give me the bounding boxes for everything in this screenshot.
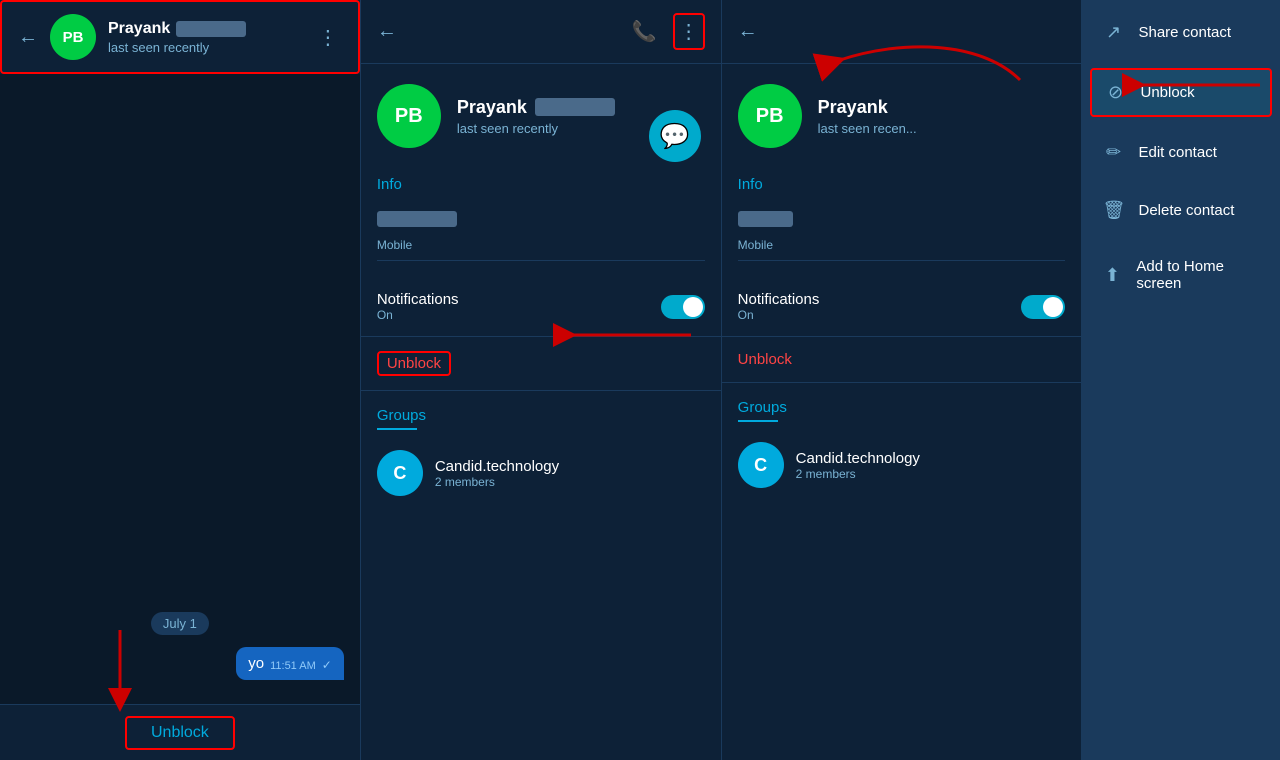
notifications-label-2: Notifications	[738, 291, 820, 308]
home-screen-icon: ⬆	[1102, 265, 1122, 286]
groups-section: Groups C Candid.technology 2 members	[361, 391, 721, 520]
date-badge: July 1	[151, 612, 209, 635]
dropdown-divider-2	[1082, 123, 1280, 124]
dropdown-item-share[interactable]: ↗ Share contact	[1082, 8, 1280, 57]
dropdown-item-unblock[interactable]: ⊘ Unblock	[1090, 68, 1272, 117]
edit-contact-label: Edit contact	[1138, 144, 1216, 161]
contact-name: Prayank	[108, 20, 302, 38]
unblock-bar-button[interactable]: Unblock	[125, 716, 235, 750]
header-info: Prayank last seen recently	[108, 20, 302, 55]
groups-section-2: Groups C Candid.technology 2 members	[722, 383, 1082, 512]
check-icon: ✓	[322, 658, 332, 672]
unblock-label-2: Unblock	[738, 351, 792, 368]
unblock-button[interactable]: Unblock	[361, 337, 721, 391]
unblock-label: Unblock	[377, 351, 451, 376]
header-actions: ⋮	[314, 21, 342, 54]
back-button-3[interactable]: ←	[738, 20, 758, 43]
mobile-label-2: Mobile	[738, 238, 1066, 252]
home-screen-label: Add to Home screen	[1136, 258, 1260, 292]
group-members: 2 members	[435, 475, 559, 489]
profile-avatar-2: PB	[738, 84, 802, 148]
profile-name-2: Prayank	[818, 97, 1066, 118]
header-actions-2: 📞 ⋮	[628, 13, 705, 50]
chat-area: July 1 yo 11:51 AM ✓	[0, 74, 360, 704]
group-info-2: Candid.technology 2 members	[796, 450, 920, 481]
dropdown-item-delete[interactable]: 🗑 Delete contact	[1082, 186, 1280, 235]
share-contact-label: Share contact	[1138, 24, 1231, 41]
dropdown-menu: ↗ Share contact ⊘ Unblock ✏ Edit contact…	[1082, 0, 1280, 760]
message-float-button[interactable]: 💬	[649, 110, 701, 162]
group-name: Candid.technology	[435, 458, 559, 475]
notifications-row: Notifications On	[361, 277, 721, 337]
contact-info-header: ← 📞 ⋮	[361, 0, 721, 64]
message-text: yo	[248, 655, 264, 672]
edit-icon: ✏	[1102, 142, 1124, 163]
group-members-2: 2 members	[796, 467, 920, 481]
phone-blur	[377, 211, 457, 227]
profile-avatar: PB	[377, 84, 441, 148]
info-section: Info Mobile	[361, 168, 721, 277]
notifications-sub-2: On	[738, 308, 820, 322]
info-label: Info	[377, 176, 705, 193]
delete-contact-label: Delete contact	[1138, 202, 1234, 219]
back-button[interactable]: ←	[18, 26, 38, 49]
contact-status: last seen recently	[108, 40, 302, 55]
group-avatar: C	[377, 450, 423, 496]
more-options-button[interactable]: ⋮	[314, 21, 342, 54]
share-icon: ↗	[1102, 22, 1124, 43]
notifications-toggle[interactable]	[661, 295, 705, 319]
message-time: 11:51 AM	[270, 660, 316, 672]
contact-info-panel: ← 📞 ⋮ PB Prayank last seen recently 💬 In…	[361, 0, 722, 760]
groups-underline-2	[738, 420, 778, 422]
contact-info-header-2: ←	[722, 0, 1082, 64]
group-name-2: Candid.technology	[796, 450, 920, 467]
phone-row-2: Mobile	[738, 203, 1066, 261]
notifications-info: Notifications On	[377, 291, 459, 322]
group-item-2[interactable]: C Candid.technology 2 members	[738, 434, 1066, 496]
profile-section-2: PB Prayank last seen recen...	[722, 64, 1082, 168]
info-label-2: Info	[738, 176, 1066, 193]
more-options-button-2[interactable]: ⋮	[673, 13, 705, 50]
group-info: Candid.technology 2 members	[435, 458, 559, 489]
profile-status-2: last seen recen...	[818, 121, 1066, 136]
notifications-sub: On	[377, 308, 459, 322]
groups-underline	[377, 428, 417, 430]
dropdown-item-home[interactable]: ⬆ Add to Home screen	[1082, 244, 1280, 306]
call-button[interactable]: 📞	[628, 15, 661, 48]
dropdown-item-edit[interactable]: ✏ Edit contact	[1082, 128, 1280, 177]
unblock-button-2[interactable]: Unblock	[722, 337, 1082, 383]
message-icon: 💬	[660, 122, 690, 151]
name-blur-2	[535, 98, 615, 116]
groups-label-2: Groups	[738, 399, 1066, 416]
contact-info-panel-2: ← PB Prayank last seen recen... Info Mob…	[722, 0, 1083, 760]
phone-blur-2	[738, 211, 793, 227]
phone-row: Mobile	[377, 203, 705, 261]
chat-bottom-bar: Unblock	[0, 704, 360, 760]
groups-label: Groups	[377, 407, 705, 424]
chat-panel: ← PB Prayank last seen recently ⋮ July 1…	[0, 0, 361, 760]
info-section-2: Info Mobile	[722, 168, 1082, 277]
unblock-dropdown-label: Unblock	[1140, 84, 1194, 101]
profile-info-2: Prayank last seen recen...	[818, 97, 1066, 136]
message-bubble: yo 11:51 AM ✓	[236, 647, 344, 680]
notifications-label: Notifications	[377, 291, 459, 308]
group-avatar-2: C	[738, 442, 784, 488]
name-blur	[176, 21, 246, 37]
dropdown-divider-1	[1082, 61, 1280, 62]
dropdown-divider-4	[1082, 239, 1280, 240]
group-item[interactable]: C Candid.technology 2 members	[377, 442, 705, 504]
chat-header: ← PB Prayank last seen recently ⋮	[0, 0, 360, 74]
unblock-icon: ⊘	[1104, 82, 1126, 103]
notifications-toggle-2[interactable]	[1021, 295, 1065, 319]
notifications-info-2: Notifications On	[738, 291, 820, 322]
delete-icon: 🗑	[1102, 200, 1124, 221]
notifications-row-2: Notifications On	[722, 277, 1082, 337]
mobile-label: Mobile	[377, 238, 705, 252]
dropdown-divider-3	[1082, 181, 1280, 182]
contact-avatar[interactable]: PB	[50, 14, 96, 60]
back-button-2[interactable]: ←	[377, 20, 397, 43]
